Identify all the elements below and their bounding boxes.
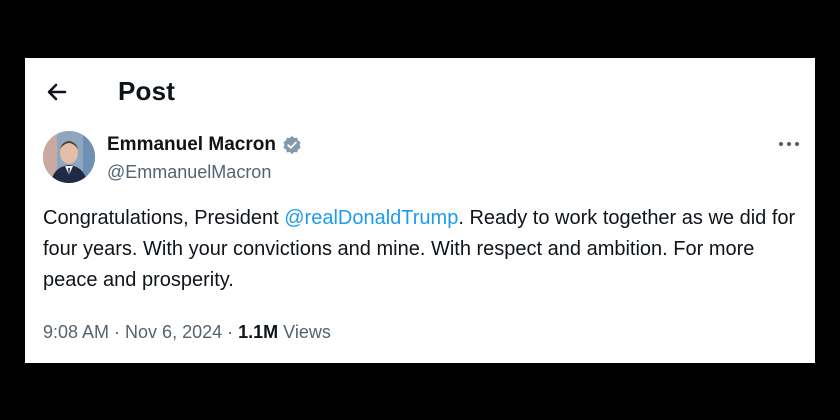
post-time[interactable]: 9:08 AM [43,322,109,342]
post-metadata: 9:08 AM · Nov 6, 2024 · 1.1M Views [43,322,331,343]
views-label: Views [283,322,331,342]
mention-link[interactable]: @realDonaldTrump [284,207,458,229]
post-card: Post Emmanuel Macron @EmmanuelMacron Con… [25,58,815,363]
post-header: Post [25,58,815,124]
more-options-icon [778,141,800,147]
separator-dot: · [114,322,121,342]
avatar[interactable] [43,131,95,183]
author-info: Emmanuel Macron @EmmanuelMacron [107,133,302,183]
author-name[interactable]: Emmanuel Macron [107,134,276,156]
author-handle[interactable]: @EmmanuelMacron [107,162,302,183]
more-options-button[interactable] [775,134,803,154]
views-count: 1.1M [238,322,279,342]
post-date[interactable]: Nov 6, 2024 [125,322,222,342]
post-text-intro: Congratulations, President [43,207,285,229]
page-title: Post [118,76,176,106]
arrow-left-icon [47,83,67,101]
verified-badge-icon [282,135,302,155]
author-name-row: Emmanuel Macron [107,133,302,157]
separator-dot: · [227,322,234,342]
post-text: Congratulations, President @realDonaldTr… [43,203,803,296]
back-button[interactable] [43,78,71,106]
